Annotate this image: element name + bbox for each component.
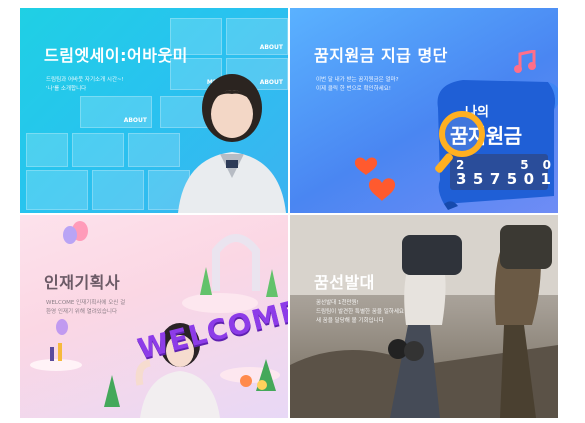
card-description: 드림팀과 어바웃 자기소개 시간~! '나'를 소개합니다: [46, 77, 124, 92]
thumbnail: [26, 133, 68, 167]
card-title: 꿈선발대: [314, 273, 375, 292]
thumbnail: [72, 133, 124, 167]
heart-icon: [354, 157, 396, 201]
student-photo: [178, 74, 286, 213]
thumbnail: ABOUT: [226, 18, 288, 55]
card-description: 이번 달 내가 받는 꿈지원금은 얼마? 이제 클릭 한 번으로 확인하세요!: [316, 77, 399, 92]
thumbnail: ABOUT: [80, 96, 152, 128]
card-title: 인재기획사: [44, 273, 121, 292]
card-title: 꿈지원금 지급 명단: [314, 46, 448, 65]
card-talent-agency[interactable]: WELCOME 인재기획사 WELCOME 인재기획사에 오신 걸 환영 인재기…: [20, 215, 288, 418]
counter-row: 357501: [456, 170, 551, 188]
thumbnail: [26, 170, 88, 210]
card-description: 꿈선발대 1천만원! 드림팀이 발견한 특별한 꿈을 일하세요 새 꿈을 달당해…: [316, 300, 404, 324]
card-description: WELCOME 인재기획사에 오신 걸 환영 인재기 위해 열려있습니다: [46, 300, 126, 315]
card-title: 드림엣세이:어바웃미: [44, 46, 188, 65]
thumbnail: [92, 170, 144, 210]
card-dream-vanguard[interactable]: 꿈선발대 꿈선발대 1천만원! 드림팀이 발견한 특별한 꿈을 일하세요 새 꿈…: [290, 215, 558, 418]
card-grid: ABOUT ME ABOUT ABOUT ME 드림엣세이:어바웃미 드림팀과 …: [20, 8, 558, 418]
card-dream-essay[interactable]: ABOUT ME ABOUT ABOUT ME 드림엣세이:어바웃미 드림팀과 …: [20, 8, 288, 213]
card-dream-fund-list[interactable]: 나의 꿈지원금 250 357501 꿈지원금 지급 명단 이번 달 내가 받는…: [290, 8, 558, 213]
